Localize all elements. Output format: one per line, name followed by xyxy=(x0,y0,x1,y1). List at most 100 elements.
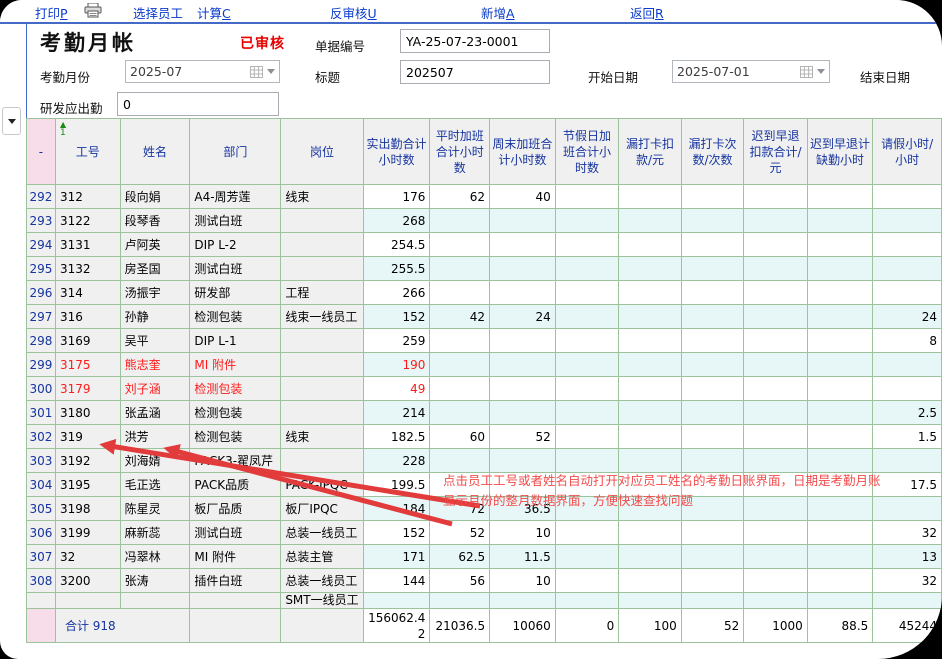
cell-holiday xyxy=(555,545,618,569)
month-picker[interactable]: 2025-07 xyxy=(125,60,280,83)
col-header-actual[interactable]: 实出勤合计小时数 xyxy=(363,119,430,185)
cell-id[interactable]: 316 xyxy=(55,305,120,329)
col-header-pos[interactable]: 岗位 xyxy=(281,119,363,185)
cell-late_fine xyxy=(744,185,808,209)
col-header-miss_fine[interactable]: 漏打卡扣款/元 xyxy=(619,119,682,185)
cell-name[interactable]: 熊志奎 xyxy=(120,353,190,377)
cell-n[interactable]: 302 xyxy=(27,425,56,449)
cell-id[interactable]: 3122 xyxy=(55,209,120,233)
rd-attendance-field[interactable] xyxy=(117,92,279,116)
cell-name[interactable]: 张涛 xyxy=(120,569,190,593)
cell-id[interactable]: 3199 xyxy=(55,521,120,545)
cell-id[interactable]: 3175 xyxy=(55,353,120,377)
cell-n[interactable]: 294 xyxy=(27,233,56,257)
cell-id[interactable]: 3131 xyxy=(55,233,120,257)
col-header-weekday[interactable]: 平时加班合计小时数 xyxy=(430,119,490,185)
cell-miss_count xyxy=(681,473,744,497)
cell-name[interactable]: 冯翠林 xyxy=(120,545,190,569)
cell-n[interactable]: 300 xyxy=(27,377,56,401)
cell-name[interactable]: 陈星灵 xyxy=(120,497,190,521)
cell-n[interactable]: 295 xyxy=(27,257,56,281)
cell-id[interactable]: 3192 xyxy=(55,449,120,473)
cell-actual: 214 xyxy=(363,401,430,425)
calculate-button[interactable]: 计算C xyxy=(197,3,231,22)
collapse-panel-tab[interactable] xyxy=(2,107,21,135)
table-row: 3053198陈星灵板厂品质板厂IPQC1847236.5 xyxy=(27,497,942,521)
col-header-late_absence[interactable]: 迟到早退计缺勤小时 xyxy=(807,119,872,185)
cell-id[interactable]: 319 xyxy=(55,425,120,449)
cell-n[interactable]: 307 xyxy=(27,545,56,569)
cell-n[interactable]: 303 xyxy=(27,449,56,473)
cell-name[interactable]: 麻新蕊 xyxy=(120,521,190,545)
cell-n[interactable]: 298 xyxy=(27,329,56,353)
cell-name[interactable]: 吴平 xyxy=(120,329,190,353)
chevron-down-icon[interactable] xyxy=(267,69,275,74)
cell-holiday xyxy=(555,305,618,329)
cell-n[interactable]: 301 xyxy=(27,401,56,425)
start-date-picker[interactable]: 2025-07-01 xyxy=(672,60,830,83)
cell-id[interactable]: 3200 xyxy=(55,569,120,593)
cell-n[interactable]: 305 xyxy=(27,497,56,521)
col-header-late_fine[interactable]: 迟到早退扣款合计/元 xyxy=(744,119,808,185)
totals-holiday: 0 xyxy=(555,609,618,643)
cell-id[interactable]: 314 xyxy=(55,281,120,305)
cell-n[interactable]: 297 xyxy=(27,305,56,329)
print-button[interactable]: 打印P xyxy=(35,3,68,22)
col-header-miss_count[interactable]: 漏打卡次数/次数 xyxy=(681,119,744,185)
col-header-weekend[interactable]: 周末加班合计小时数 xyxy=(490,119,556,185)
title-field[interactable] xyxy=(400,60,550,84)
cell-name[interactable]: 刘海婧 xyxy=(120,449,190,473)
cell-id[interactable]: 3179 xyxy=(55,377,120,401)
col-header-leave[interactable]: 请假小时/小时 xyxy=(873,119,942,185)
cell-id[interactable]: 3198 xyxy=(55,497,120,521)
cell-miss_count xyxy=(681,329,744,353)
cell-holiday xyxy=(555,521,618,545)
cell-n[interactable]: 306 xyxy=(27,521,56,545)
cell-name[interactable]: 汤振宇 xyxy=(120,281,190,305)
cell-id[interactable]: 3169 xyxy=(55,329,120,353)
cell-n[interactable]: 304 xyxy=(27,473,56,497)
table-row: 296314汤振宇研发部工程266 xyxy=(27,281,942,305)
chevron-down-icon[interactable] xyxy=(817,69,825,74)
table-row: 3033192刘海婧PACK3-翟凤芹228 xyxy=(27,449,942,473)
cell-name[interactable]: 孙静 xyxy=(120,305,190,329)
cell-id[interactable]: 3195 xyxy=(55,473,120,497)
col-header-id[interactable]: 工号▲1 xyxy=(55,119,120,185)
select-employee-button[interactable]: 选择员工 xyxy=(133,3,183,22)
cell-n[interactable]: 296 xyxy=(27,281,56,305)
cell-name[interactable]: 张孟涵 xyxy=(120,401,190,425)
cell-n[interactable]: 292 xyxy=(27,185,56,209)
cell-miss_fine xyxy=(619,521,682,545)
cell-n[interactable]: 308 xyxy=(27,569,56,593)
cell-dept: 板厂品质 xyxy=(190,497,281,521)
col-header-name[interactable]: 姓名 xyxy=(120,119,190,185)
cell-name[interactable]: 毛正选 xyxy=(120,473,190,497)
add-button[interactable]: 新增A xyxy=(481,3,515,22)
cell-name[interactable]: 刘子涵 xyxy=(120,377,190,401)
col-header-n[interactable]: - xyxy=(27,119,56,185)
cell-name[interactable]: 洪芳 xyxy=(120,425,190,449)
cell-id[interactable]: 32 xyxy=(55,545,120,569)
cell-weekend xyxy=(490,449,556,473)
unaudit-button[interactable]: 反审核U xyxy=(330,3,377,22)
doc-no-field[interactable] xyxy=(400,29,550,53)
col-header-label: 周末加班合计小时数 xyxy=(492,137,552,167)
cell-id[interactable]: 3180 xyxy=(55,401,120,425)
cell-id[interactable]: 3132 xyxy=(55,257,120,281)
cell-holiday xyxy=(555,449,618,473)
cell-name[interactable]: 段琴香 xyxy=(120,209,190,233)
cell-n[interactable]: 293 xyxy=(27,209,56,233)
cell-name[interactable]: 卢阿英 xyxy=(120,233,190,257)
col-header-dept[interactable]: 部门 xyxy=(190,119,281,185)
cell-leave: 13 xyxy=(873,545,942,569)
col-header-holiday[interactable]: 节假日加班合计小时数 xyxy=(555,119,618,185)
return-button[interactable]: 返回R xyxy=(630,3,664,22)
table-row: 3063199麻新蕊测试白班总装一线员工152521032 xyxy=(27,521,942,545)
cell-leave xyxy=(873,281,942,305)
cell-id[interactable]: 312 xyxy=(55,185,120,209)
cell-name[interactable]: 段向娟 xyxy=(120,185,190,209)
cell-holiday xyxy=(555,233,618,257)
cell-n[interactable]: 299 xyxy=(27,353,56,377)
printer-icon[interactable] xyxy=(84,3,102,18)
cell-name[interactable]: 房圣国 xyxy=(120,257,190,281)
